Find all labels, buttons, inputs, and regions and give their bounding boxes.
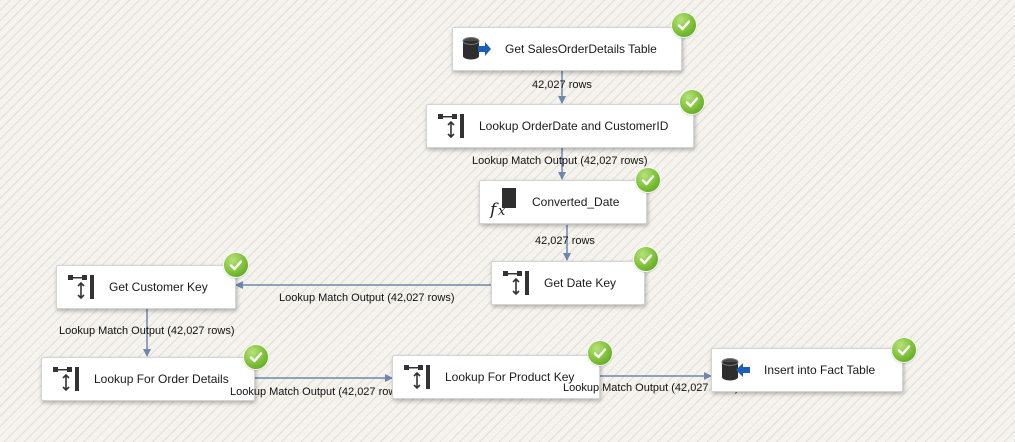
- database-source-icon: [459, 31, 495, 67]
- data-path-1-label: 42,027 rows: [532, 79, 592, 91]
- lookup-order-details-node[interactable]: Lookup For Order Details: [41, 357, 255, 401]
- lookup-icon: [63, 269, 99, 305]
- get-date-key-lookup-node[interactable]: Get Date Key: [491, 261, 645, 305]
- data-flow-canvas[interactable]: Get SalesOrderDetails Table 42,027 rows …: [0, 0, 1015, 442]
- success-check-icon: [680, 90, 704, 114]
- success-check-icon: [892, 338, 916, 362]
- lookup-icon: [498, 265, 534, 301]
- insert-fact-table-destination-node[interactable]: Insert into Fact Table: [711, 348, 903, 392]
- node-label: Lookup OrderDate and CustomerID: [479, 119, 669, 133]
- data-path-4-label: Lookup Match Output (42,027 rows): [279, 292, 455, 304]
- node-label: Insert into Fact Table: [764, 363, 876, 377]
- database-destination-icon: [718, 352, 754, 388]
- lookup-icon: [433, 108, 469, 144]
- data-path-3-label: 42,027 rows: [535, 235, 595, 247]
- node-label: Lookup For Product Key: [445, 370, 575, 384]
- lookup-orderdate-customerid-node[interactable]: Lookup OrderDate and CustomerID: [426, 104, 694, 148]
- node-label: Get Date Key: [544, 276, 617, 290]
- get-customer-key-lookup-node[interactable]: Get Customer Key: [56, 265, 236, 309]
- data-path-6-label: Lookup Match Output (42,027 rows): [230, 386, 406, 398]
- node-label: Get Customer Key: [109, 280, 208, 294]
- success-check-icon: [224, 253, 248, 277]
- lookup-icon: [399, 359, 435, 395]
- node-label: Get SalesOrderDetails Table: [505, 42, 657, 56]
- lookup-icon: [48, 361, 84, 397]
- converted-date-derived-column-node[interactable]: f x Converted_Date: [479, 180, 647, 224]
- svg-text:x: x: [498, 204, 506, 218]
- derived-column-fx-icon: f x: [486, 184, 522, 220]
- success-check-icon: [636, 168, 660, 192]
- data-path-2-label: Lookup Match Output (42,027 rows): [472, 155, 648, 167]
- success-check-icon: [634, 247, 658, 271]
- success-check-icon: [588, 341, 612, 365]
- node-label: Converted_Date: [532, 195, 620, 209]
- success-check-icon: [672, 13, 696, 37]
- node-label: Lookup For Order Details: [94, 372, 229, 386]
- data-path-5-label: Lookup Match Output (42,027 rows): [59, 325, 235, 337]
- success-check-icon: [244, 345, 268, 369]
- get-salesorderdetails-source-node[interactable]: Get SalesOrderDetails Table: [452, 27, 682, 71]
